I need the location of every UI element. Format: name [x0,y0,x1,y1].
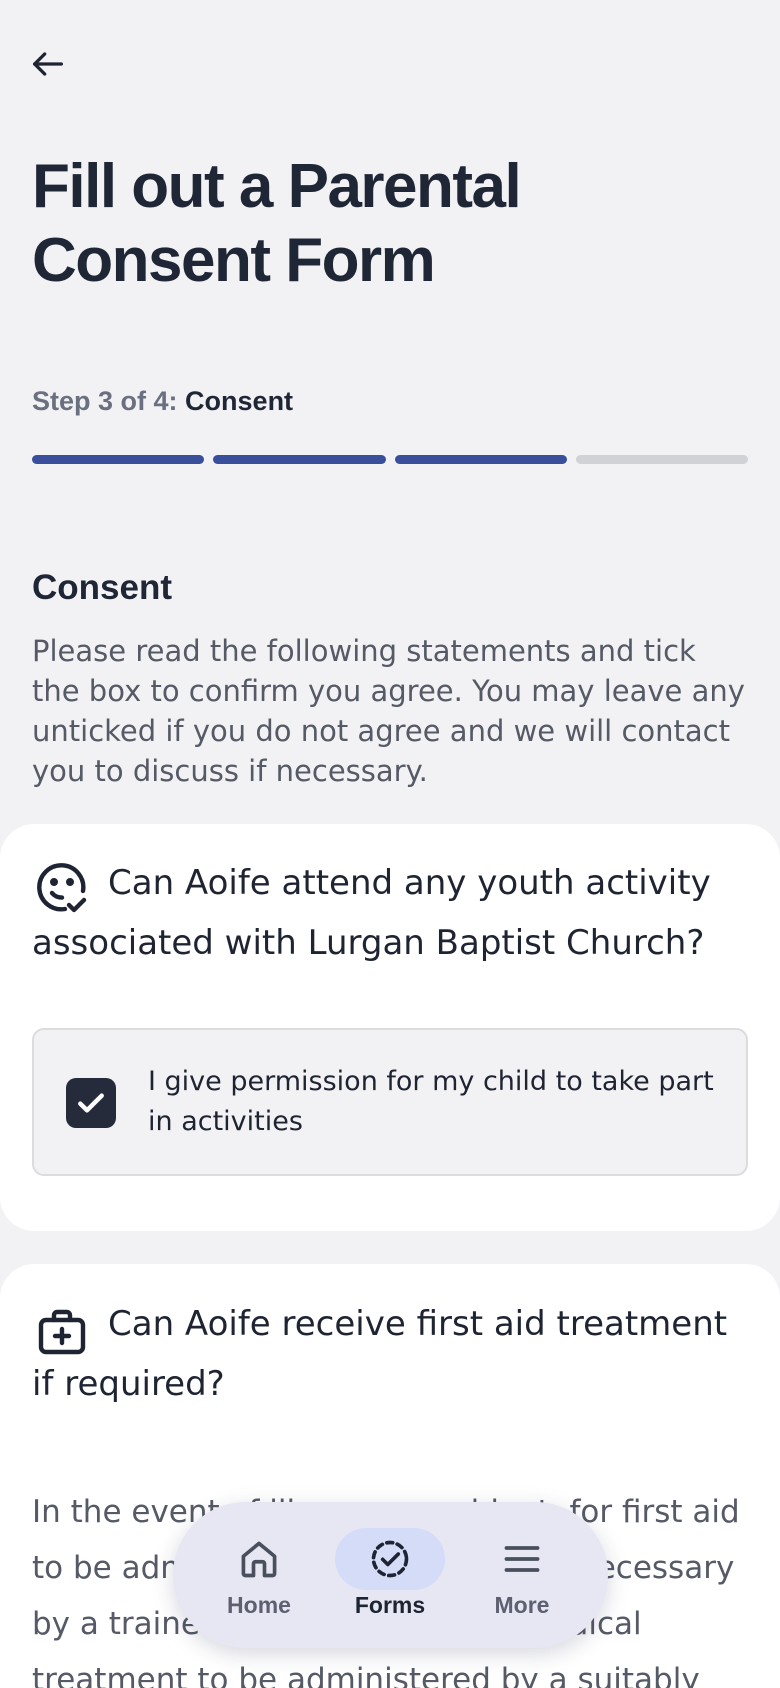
progress-segment-1 [32,455,205,464]
nav-label-more: More [494,1592,550,1618]
question-text: Can Aoife receive first aid treatment if… [32,1304,728,1404]
bottom-navigation: Home Forms More [173,1502,608,1648]
arrow-left-icon [33,52,63,76]
checkmark-icon [78,1093,104,1113]
nav-label-home: Home [227,1592,291,1618]
question-text: Can Aoife attend any youth activity asso… [32,863,711,963]
step-indicator: Step 3 of 4: Consent [32,386,293,417]
forms-check-icon [371,1540,409,1578]
consent-label: I give permission for my child to take p… [148,1066,714,1137]
consent-checkbox[interactable] [66,1078,116,1128]
question-card-activities: Can Aoife attend any youth activity asso… [0,824,780,1231]
progress-segment-2 [213,455,386,464]
section-description: Please read the following statements and… [32,634,745,788]
nav-label-forms: Forms [354,1592,426,1618]
step-name: Consent [185,386,294,416]
progress-segment-4 [575,455,748,464]
page-title: Fill out a Parental Consent Form [32,152,522,295]
progress-segment-3 [394,455,567,464]
nav-item-more[interactable]: More [467,1526,577,1626]
menu-icon [504,1546,540,1572]
nav-item-forms[interactable]: Forms [335,1526,445,1626]
step-progress-bar [32,455,748,464]
consent-checkbox-row[interactable]: I give permission for my child to take p… [32,1028,748,1176]
section-title: Consent [32,568,172,607]
consent-form-screen: Fill out a Parental Consent Form Step 3 … [0,0,780,1688]
back-button[interactable] [28,40,84,88]
nav-item-home[interactable]: Home [204,1526,314,1626]
step-prefix: Step 3 of 4: [32,386,178,416]
home-icon [241,1541,277,1578]
